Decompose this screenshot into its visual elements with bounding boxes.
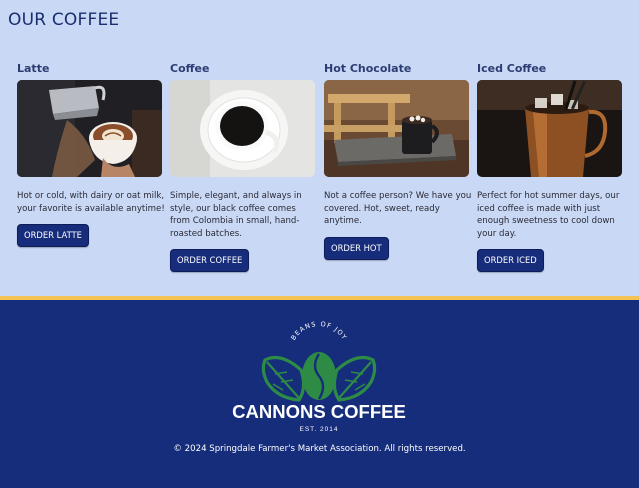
footer: BEANS OF JOY CANNONS COFFEE EST. 2014 © … xyxy=(0,300,639,488)
svg-text:BEANS OF JOY: BEANS OF JOY xyxy=(289,320,348,342)
card-coffee: Coffee Simple, elegant, and always in st… xyxy=(170,62,315,273)
latte-image xyxy=(17,80,162,177)
logo-established: EST. 2014 xyxy=(300,426,339,433)
order-hot-button[interactable]: ORDER HOT xyxy=(324,236,389,260)
card-title: Hot Chocolate xyxy=(324,62,412,75)
card-title: Latte xyxy=(17,62,50,75)
product-cards: Latte Hot or cold, with dairy or oat mil… xyxy=(0,0,639,296)
order-iced-button[interactable]: ORDER ICED xyxy=(477,249,544,273)
card-latte: Latte Hot or cold, with dairy or oat mil… xyxy=(17,62,165,248)
card-title: Iced Coffee xyxy=(477,62,547,75)
copyright-text: © 2024 Springdale Farmer's Market Associ… xyxy=(173,444,466,454)
card-description: Perfect for hot summer days, our iced co… xyxy=(477,191,620,239)
order-latte-button[interactable]: ORDER LATTE xyxy=(17,224,89,248)
logo-name: CANNONS COFFEE xyxy=(232,401,406,422)
coffee-image xyxy=(170,80,315,177)
card-description: Simple, elegant, and always in style, ou… xyxy=(170,191,302,239)
card-iced-coffee: Iced Coffee Perfect for hot summer days,… xyxy=(477,62,622,273)
card-hot-chocolate: Hot Chocolate Not a coffee person? We ha… xyxy=(324,62,472,260)
order-coffee-button[interactable]: ORDER COFFEE xyxy=(170,249,250,273)
hot-chocolate-image xyxy=(324,80,469,177)
iced-coffee-image xyxy=(477,80,622,177)
card-title: Coffee xyxy=(170,62,210,75)
card-description: Hot or cold, with dairy or oat milk, you… xyxy=(17,191,165,214)
logo-tagline: BEANS OF JOY xyxy=(289,320,347,342)
cannons-coffee-logo: BEANS OF JOY CANNONS COFFEE EST. 2014 xyxy=(232,320,406,433)
card-description: Not a coffee person? We have you covered… xyxy=(324,191,472,227)
